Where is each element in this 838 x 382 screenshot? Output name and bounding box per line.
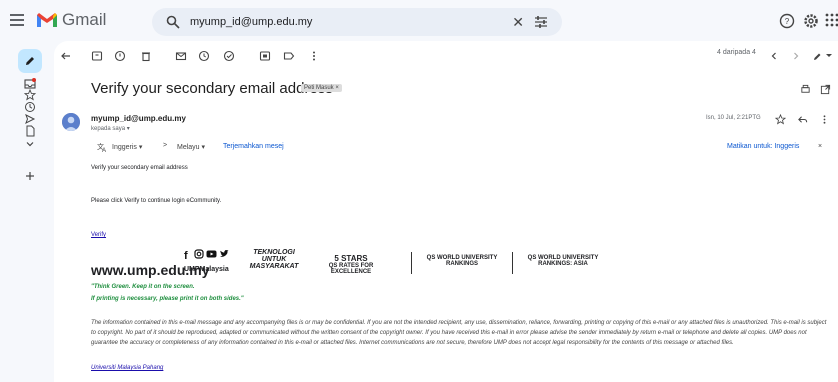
source-language-dropdown[interactable]: Inggeris ▾ (112, 143, 142, 151)
help-icon[interactable]: ? (778, 12, 796, 30)
tagline-block: TEKNOLOGI UNTUK MASYARAKAT (239, 249, 309, 270)
trash-icon[interactable] (140, 50, 152, 62)
input-tools-icon[interactable] (812, 50, 824, 62)
tune-icon[interactable] (534, 15, 548, 29)
email-view: 4 daripada 4 Verify your secondary email… (54, 41, 838, 382)
stars-line: 5 STARS (334, 254, 368, 263)
chevron-left-icon[interactable] (768, 50, 780, 62)
translate-icon: 文 A (97, 142, 106, 152)
facebook-icon[interactable]: f (183, 249, 192, 260)
verify-link[interactable]: Verify (91, 232, 106, 238)
sender-email[interactable]: myump_id@ump.edu.my (91, 114, 186, 123)
star-icon[interactable] (24, 89, 36, 101)
translate-message-link[interactable]: Terjemahkan mesej (223, 143, 284, 150)
open-new-window-icon[interactable] (820, 84, 831, 95)
app-name: Gmail (62, 10, 107, 29)
instagram-icon[interactable] (194, 249, 204, 259)
gmail-logo[interactable]: Gmail (36, 10, 106, 30)
pencil-icon (26, 57, 34, 65)
youtube-icon[interactable] (206, 249, 217, 259)
clock-icon[interactable] (24, 101, 36, 113)
send-icon[interactable] (24, 113, 36, 125)
tagline-line: TEKNOLOGI (253, 249, 295, 256)
search-icon[interactable] (166, 15, 180, 29)
email-date: Isn, 10 Jul, 2:21PTG (706, 115, 761, 121)
twitter-icon[interactable] (219, 249, 229, 259)
caret-down-icon[interactable] (825, 50, 833, 62)
divider (411, 252, 412, 274)
body-line: Verify your secondary email address (91, 165, 188, 171)
close-icon[interactable]: × (818, 143, 822, 150)
archive-icon[interactable] (91, 50, 103, 62)
chevron-down-icon[interactable] (24, 138, 36, 150)
add-task-icon[interactable] (223, 50, 235, 62)
mark-unread-icon[interactable] (175, 50, 187, 62)
gmail-m-icon (37, 13, 57, 27)
top-bar: Gmail ✕ ? (0, 0, 838, 44)
more-vert-icon[interactable] (819, 114, 830, 125)
translation-bar: 文 A Inggeris ▾ > Melayu ▾ Terjemahkan me… (85, 140, 830, 154)
plus-icon[interactable] (24, 170, 36, 182)
stars-line: QS RATES FOR EXCELLENCE (328, 263, 374, 275)
social-icons: f (183, 249, 229, 260)
draft-icon[interactable] (24, 125, 36, 137)
green-notice: "Think Green. Keep it on the screen. (91, 284, 195, 290)
target-language-dropdown[interactable]: Melayu ▾ (177, 143, 205, 151)
avatar[interactable] (62, 113, 80, 131)
green-notice: If printing is necessary, please print i… (91, 296, 244, 302)
qs-line: RANKINGS: ASIA (538, 261, 588, 267)
search-input[interactable] (188, 15, 512, 29)
arrow-right-icon: > (163, 142, 168, 149)
qs-world-block: QS WORLD UNIVERSITY RANKINGS (417, 255, 507, 267)
svg-text:?: ? (785, 17, 790, 26)
qs-line: RANKINGS (445, 261, 478, 267)
tagline-line: UNTUK (261, 256, 287, 263)
star-icon[interactable] (775, 114, 786, 125)
qs-asia-block: QS WORLD UNIVERSITY RANKINGS: ASIA (518, 255, 608, 267)
move-to-icon[interactable] (259, 50, 271, 62)
email-subject: Verify your secondary email address (91, 80, 333, 97)
turn-off-translation-link[interactable]: Matikan untuk: Inggeris (727, 143, 799, 150)
recipient-dropdown[interactable]: kepada saya ▾ (91, 125, 130, 132)
disclaimer-text: The information contained in this e-mail… (91, 320, 827, 346)
svg-text:f: f (184, 250, 188, 260)
back-arrow-icon[interactable] (60, 50, 72, 62)
tagline-line: MASYARAKAT (249, 263, 299, 270)
divider (512, 252, 513, 274)
gear-icon[interactable] (802, 12, 820, 30)
pager-count: 4 daripada 4 (717, 49, 756, 56)
more-vert-icon[interactable] (308, 50, 320, 62)
snooze-icon[interactable] (198, 50, 210, 62)
person-icon (62, 113, 80, 131)
ump-link[interactable]: Universiti Malaysia Pahang (91, 365, 163, 371)
label-icon[interactable] (283, 50, 295, 62)
svg-text:A: A (102, 148, 106, 152)
apps-icon[interactable] (824, 12, 838, 30)
inbox-label-chip[interactable]: Peti Masuk × (301, 84, 342, 92)
print-icon[interactable] (800, 84, 811, 95)
search-bar[interactable]: ✕ (152, 8, 562, 36)
compose-button[interactable] (18, 49, 42, 73)
menu-icon[interactable] (10, 14, 24, 29)
close-icon[interactable]: ✕ (512, 14, 524, 31)
social-handle: UMPMalaysia (184, 266, 229, 273)
chevron-right-icon[interactable] (790, 50, 802, 62)
report-spam-icon[interactable] (114, 50, 126, 62)
body-line: Please click Verify to continue login eC… (91, 198, 222, 204)
qs-stars-block: 5 STARS QS RATES FOR EXCELLENCE (310, 254, 392, 275)
reply-icon[interactable] (797, 114, 808, 125)
